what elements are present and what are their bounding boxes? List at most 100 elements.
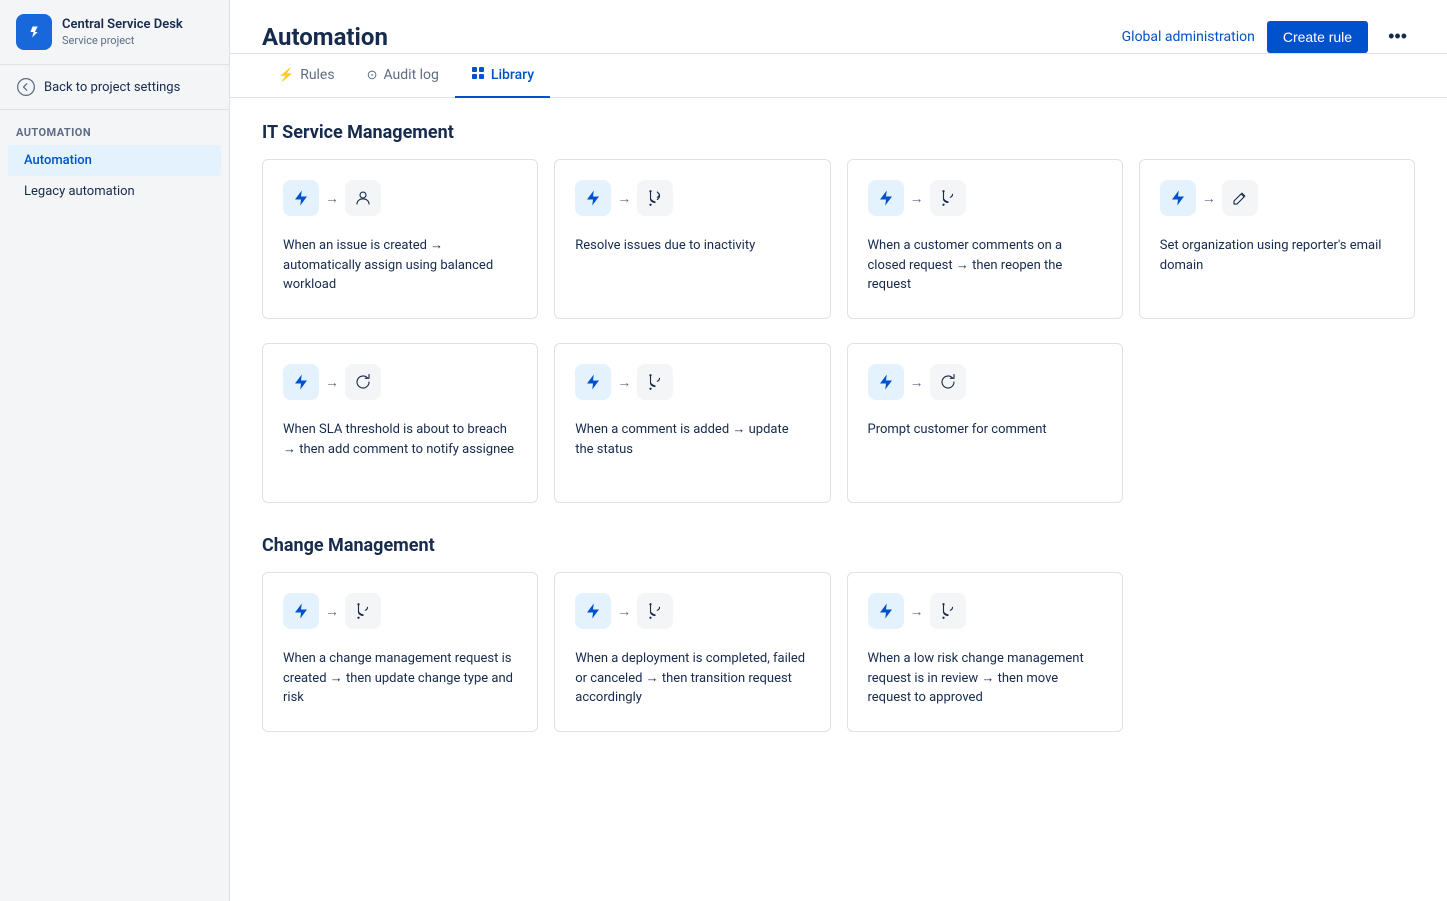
bolt-icon-4	[1169, 189, 1187, 207]
card-low-risk-label: When a low risk change management reques…	[868, 649, 1102, 708]
more-options-button[interactable]: •••	[1380, 20, 1415, 53]
refresh-badge-2	[930, 364, 966, 400]
arrow-icon-6: →	[617, 374, 631, 391]
card-assign[interactable]: → When an issue is created → automatical…	[262, 159, 538, 319]
sidebar-item-automation[interactable]: Automation	[8, 145, 221, 176]
edit-badge	[1222, 180, 1258, 216]
card-prompt-icons: →	[868, 364, 1102, 400]
page-title: Automation	[262, 23, 388, 51]
card-prompt-label: Prompt customer for comment	[868, 420, 1102, 440]
card-comment-status-label: When a comment is added → update the sta…	[575, 420, 809, 459]
card-low-risk[interactable]: → When a low risk change management requ…	[847, 572, 1123, 732]
card-deployment-label: When a deployment is completed, failed o…	[575, 649, 809, 708]
person-icon	[354, 189, 372, 207]
card-org-label: Set organization using reporter's email …	[1160, 236, 1394, 275]
card-low-risk-icons: →	[868, 593, 1102, 629]
card-resolve-label: Resolve issues due to inactivity	[575, 236, 809, 256]
branch-badge-4	[345, 593, 381, 629]
create-rule-button[interactable]: Create rule	[1267, 21, 1368, 53]
card-assign-icons: →	[283, 180, 517, 216]
bolt-badge-8	[283, 593, 319, 629]
bolt-badge-3	[868, 180, 904, 216]
project-logo	[16, 14, 52, 50]
back-to-settings[interactable]: Back to project settings	[0, 65, 229, 110]
branch-badge-3	[637, 364, 673, 400]
tab-audit-log-label: Audit log	[384, 67, 439, 83]
refresh-icon-1	[354, 373, 372, 391]
person-badge	[345, 180, 381, 216]
card-reopen-icons: →	[868, 180, 1102, 216]
card-deployment[interactable]: → When a deployment is completed, failed…	[554, 572, 830, 732]
change-management-row-1: → When a change management request is cr…	[262, 572, 1415, 732]
branch-icon-2	[939, 189, 957, 207]
bolt-icon-8	[292, 602, 310, 620]
bolt-badge-9	[575, 593, 611, 629]
project-info: Central Service Desk Service project	[62, 17, 183, 47]
bolt-badge-7	[868, 364, 904, 400]
library-content: IT Service Management → When an issue is…	[230, 98, 1447, 788]
bolt-badge-2	[575, 180, 611, 216]
bolt-badge-10	[868, 593, 904, 629]
card-reopen-label: When a customer comments on a closed req…	[868, 236, 1102, 295]
tab-rules-label: Rules	[300, 67, 334, 83]
audit-log-icon: ⊙	[367, 68, 378, 83]
tab-rules[interactable]: ⚡ Rules	[262, 54, 351, 98]
bolt-badge-4	[1160, 180, 1196, 216]
branch-icon-1	[646, 189, 664, 207]
bolt-icon-6	[584, 373, 602, 391]
refresh-badge-1	[345, 364, 381, 400]
back-icon	[16, 77, 36, 97]
sidebar-item-legacy-automation[interactable]: Legacy automation	[8, 176, 221, 207]
bolt-icon-3	[877, 189, 895, 207]
card-sla-label: When SLA threshold is about to breach → …	[283, 420, 517, 459]
arrow-icon-8: →	[325, 603, 339, 620]
card-change-type-icons: →	[283, 593, 517, 629]
library-icon	[471, 66, 485, 84]
arrow-icon-9: →	[617, 603, 631, 620]
main-content: Automation Global administration Create …	[230, 0, 1447, 901]
bolt-badge-6	[575, 364, 611, 400]
card-org[interactable]: → Set organization using reporter's emai…	[1139, 159, 1415, 319]
arrow-icon-3: →	[910, 190, 924, 207]
more-icon: •••	[1388, 26, 1407, 46]
refresh-icon-2	[939, 373, 957, 391]
change-management-title: Change Management	[262, 535, 1415, 556]
sidebar: Central Service Desk Service project Bac…	[0, 0, 230, 901]
page-header: Automation Global administration Create …	[230, 0, 1447, 54]
bolt-icon-2	[584, 189, 602, 207]
header-actions: Global administration Create rule •••	[1122, 20, 1415, 53]
card-sla-icons: →	[283, 364, 517, 400]
arrow-icon: →	[325, 190, 339, 207]
itsm-row-1: → When an issue is created → automatical…	[262, 159, 1415, 319]
global-administration-link[interactable]: Global administration	[1122, 29, 1255, 45]
bolt-icon-10	[877, 602, 895, 620]
branch-icon-4	[354, 602, 372, 620]
tabs-bar: ⚡ Rules ⊙ Audit log Library	[230, 54, 1447, 98]
card-prompt[interactable]: → Prompt customer for comment	[847, 343, 1123, 503]
card-sla[interactable]: → When SLA threshold is about to breach …	[262, 343, 538, 503]
rules-icon: ⚡	[278, 68, 294, 83]
bolt-badge	[283, 180, 319, 216]
bolt-icon-5	[292, 373, 310, 391]
branch-icon-3	[646, 373, 664, 391]
arrow-icon-4: →	[1202, 190, 1216, 207]
card-comment-status[interactable]: → When a comment is added → update the s…	[554, 343, 830, 503]
tab-library-label: Library	[491, 67, 534, 83]
branch-icon-6	[939, 602, 957, 620]
arrow-icon-5: →	[325, 374, 339, 391]
tab-library[interactable]: Library	[455, 54, 550, 98]
arrow-icon-2: →	[617, 190, 631, 207]
branch-icon-5	[646, 602, 664, 620]
arrow-icon-7: →	[910, 374, 924, 391]
card-resolve[interactable]: → Resolve issues due to inactivity	[554, 159, 830, 319]
back-label: Back to project settings	[44, 80, 180, 95]
card-resolve-icons: →	[575, 180, 809, 216]
card-deployment-icons: →	[575, 593, 809, 629]
card-reopen[interactable]: → When a customer comments on a closed r…	[847, 159, 1123, 319]
tab-audit-log[interactable]: ⊙ Audit log	[351, 54, 455, 98]
project-type: Service project	[62, 34, 183, 47]
card-org-icons: →	[1160, 180, 1394, 216]
card-change-type[interactable]: → When a change management request is cr…	[262, 572, 538, 732]
sidebar-header: Central Service Desk Service project	[0, 0, 229, 65]
itsm-row-2: → When SLA threshold is about to breach …	[262, 343, 1415, 503]
